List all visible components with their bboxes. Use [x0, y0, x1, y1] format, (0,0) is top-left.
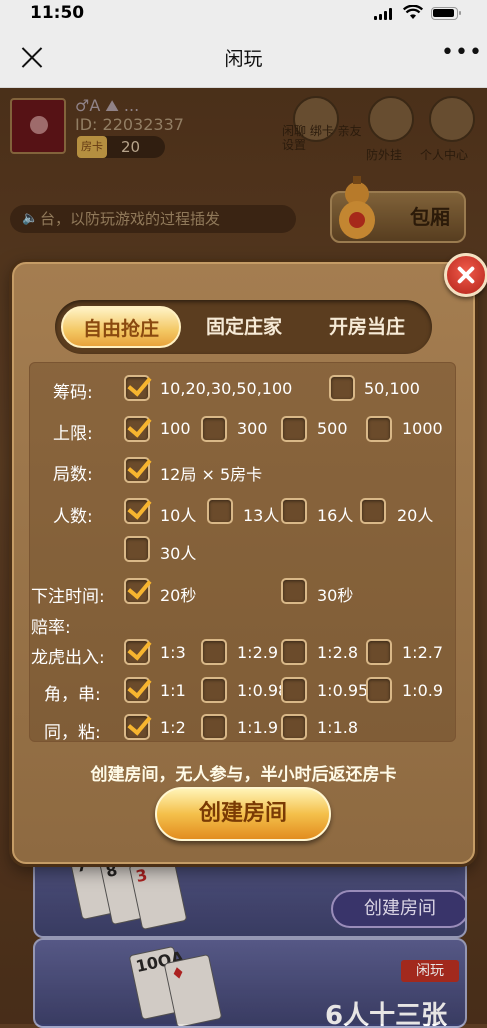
mode-tabs: 自由抢庄 固定庄家 开房当庄: [55, 300, 432, 354]
status-time: 11:50: [30, 3, 85, 23]
more-icon[interactable]: •••: [441, 42, 483, 64]
cell-signal-icon: [374, 8, 392, 20]
dragon-tiger-option-label: 1:2.8: [317, 643, 359, 662]
same-label: 同，粘:: [44, 723, 101, 743]
players-option-label: 13人: [243, 506, 280, 525]
same-option-label: 1:1.8: [317, 718, 359, 737]
limit-option-label: 1000: [402, 419, 443, 438]
dragon-tiger-option-label: 1:2.9: [237, 643, 279, 662]
players-option-label: 20人: [397, 506, 434, 525]
tab-fixed-banker[interactable]: 固定庄家: [185, 306, 303, 348]
corner-option-checkbox[interactable]: [124, 677, 150, 703]
players-option-checkbox[interactable]: [124, 536, 150, 562]
odds-label: 赔率:: [31, 618, 71, 638]
same-option-checkbox[interactable]: [124, 714, 150, 740]
rounds-option-label: 12局 × 5房卡: [160, 465, 263, 484]
dragon-tiger-option-label: 1:3: [160, 643, 186, 662]
bet-time-option-checkbox[interactable]: [124, 578, 150, 604]
create-room-button[interactable]: 创建房间: [155, 787, 331, 841]
limit-option-checkbox[interactable]: [201, 416, 227, 442]
bet-time-label: 下注时间:: [31, 587, 105, 607]
tab-host-banker[interactable]: 开房当庄: [307, 306, 427, 348]
players-option-checkbox[interactable]: [207, 498, 233, 524]
refund-note: 创建房间，无人参与，半小时后返还房卡: [90, 765, 397, 785]
wifi-icon: [403, 5, 423, 19]
corner-option-checkbox[interactable]: [201, 677, 227, 703]
corner-option-label: 1:0.95: [317, 681, 369, 700]
rounds-option-checkbox[interactable]: [124, 457, 150, 483]
players-option-label: 30人: [160, 544, 197, 563]
same-option-checkbox[interactable]: [201, 714, 227, 740]
corner-option-label: 1:0.9: [402, 681, 444, 700]
dragon-tiger-option-checkbox[interactable]: [366, 639, 392, 665]
same-option-checkbox[interactable]: [281, 714, 307, 740]
dragon-tiger-option-checkbox[interactable]: [281, 639, 307, 665]
players-option-checkbox[interactable]: [360, 498, 386, 524]
close-dialog-icon[interactable]: [444, 253, 487, 297]
chips-label: 筹码:: [53, 383, 93, 403]
bet-time-option-label: 20秒: [160, 586, 197, 605]
tab-free-banker[interactable]: 自由抢庄: [61, 306, 181, 348]
bet-time-option-label: 30秒: [317, 586, 354, 605]
dragon-tiger-option-checkbox[interactable]: [201, 639, 227, 665]
nav-bar: 闲玩 •••: [0, 26, 487, 88]
rounds-label: 局数:: [53, 465, 93, 485]
limit-option-label: 100: [160, 419, 191, 438]
battery-icon: [431, 7, 461, 20]
same-option-label: 1:2: [160, 718, 186, 737]
dragon-tiger-option-checkbox[interactable]: [124, 639, 150, 665]
players-option-checkbox[interactable]: [124, 498, 150, 524]
chips-option-label: 50,100: [364, 379, 420, 398]
chips-option-checkbox[interactable]: [329, 375, 355, 401]
chips-option-label: 10,20,30,50,100: [160, 379, 293, 398]
limit-option-label: 500: [317, 419, 348, 438]
chips-option-checkbox[interactable]: [124, 375, 150, 401]
limit-label: 上限:: [53, 424, 93, 444]
status-bar: 11:50: [0, 0, 487, 26]
corner-option-checkbox[interactable]: [281, 677, 307, 703]
page-title: 闲玩: [224, 48, 263, 70]
limit-option-checkbox[interactable]: [124, 416, 150, 442]
limit-option-label: 300: [237, 419, 268, 438]
dragon-tiger-label: 龙虎出入:: [31, 648, 105, 668]
dragon-tiger-option-label: 1:2.7: [402, 643, 444, 662]
corner-label: 角，串:: [44, 685, 101, 705]
limit-option-checkbox[interactable]: [366, 416, 392, 442]
bet-time-option-checkbox[interactable]: [281, 578, 307, 604]
same-option-label: 1:1.9: [237, 718, 279, 737]
corner-option-label: 1:1: [160, 681, 186, 700]
players-option-label: 16人: [317, 506, 354, 525]
limit-option-checkbox[interactable]: [281, 416, 307, 442]
players-option-checkbox[interactable]: [281, 498, 307, 524]
players-label: 人数:: [53, 507, 93, 527]
corner-option-checkbox[interactable]: [366, 677, 392, 703]
players-option-label: 10人: [160, 506, 197, 525]
